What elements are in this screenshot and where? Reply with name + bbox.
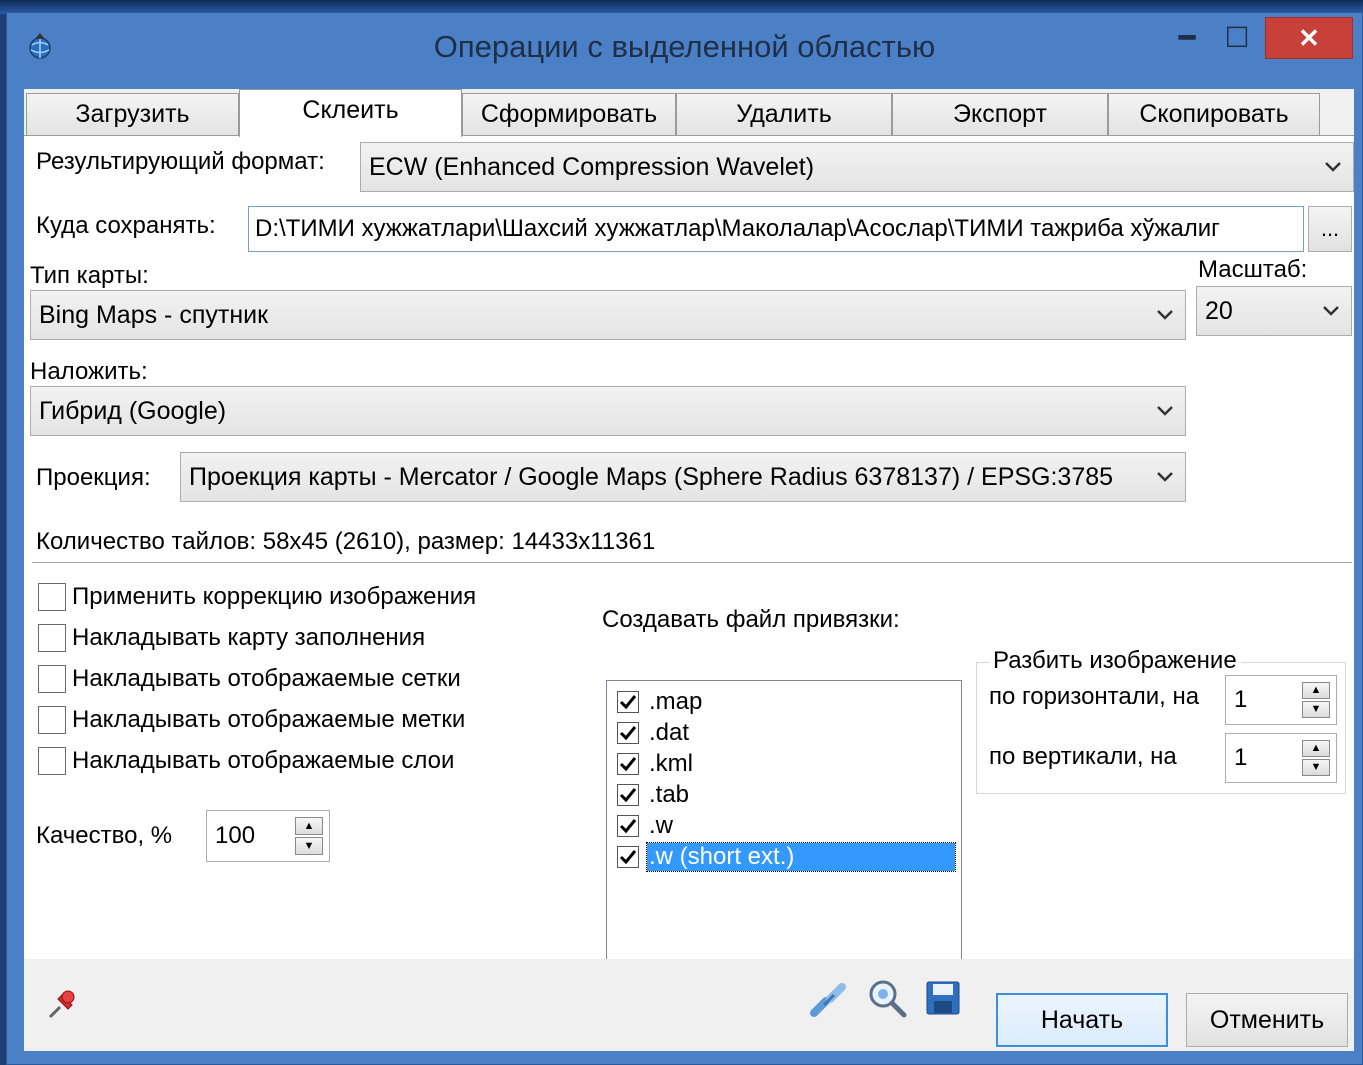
list-item-label: .dat [649, 719, 690, 746]
map-type-label: Тип карты: [30, 262, 149, 289]
save-path-label: Куда сохранять: [36, 212, 216, 239]
list-item[interactable]: .dat [615, 718, 691, 748]
close-button[interactable]: ✕ [1265, 17, 1353, 59]
option-fill-map[interactable]: Накладывать карту заполнения [38, 621, 425, 655]
maximize-button[interactable]: ☐ [1215, 17, 1259, 57]
spin-down-icon[interactable]: ▼ [1302, 701, 1330, 718]
minimize-button[interactable]: ━ [1167, 17, 1207, 57]
spin-up-icon[interactable]: ▲ [1302, 740, 1330, 757]
projection-value: Проекция карты - Mercator / Google Maps … [189, 462, 1114, 491]
overlay-value: Гибрид (Google) [39, 396, 227, 425]
cancel-button[interactable]: Отменить [1186, 993, 1348, 1047]
list-item-label: .w (short ext.) [646, 842, 956, 872]
start-button[interactable]: Начать [996, 993, 1168, 1047]
split-horizontal-spinner[interactable]: 1 ▲ ▼ [1225, 675, 1337, 725]
list-item[interactable]: .w [615, 811, 675, 841]
tab-export[interactable]: Экспорт [892, 93, 1108, 135]
split-vertical-spinner[interactable]: 1 ▲ ▼ [1225, 733, 1337, 783]
scale-select[interactable]: 20 [1196, 286, 1352, 336]
option-correction[interactable]: Применить коррекцию изображения [38, 580, 476, 614]
quality-label: Качество, % [36, 822, 173, 849]
spin-down-icon[interactable]: ▼ [1302, 759, 1330, 776]
pin-icon[interactable] [44, 987, 80, 1023]
split-vertical-value: 1 [1234, 744, 1248, 771]
overlay-label: Наложить: [30, 358, 148, 385]
window-title: Операции с выделенной областью [433, 29, 936, 64]
tab-copy[interactable]: Скопировать [1108, 93, 1320, 135]
chevron-down-icon [1145, 291, 1185, 339]
split-horizontal-label: по горизонтали, на [989, 683, 1200, 710]
list-item-selected[interactable]: .w (short ext.) [615, 842, 956, 872]
chevron-down-icon [1145, 453, 1185, 501]
option-grids[interactable]: Накладывать отображаемые сетки [38, 662, 461, 696]
list-item-label: .kml [649, 750, 693, 777]
option-marks[interactable]: Накладывать отображаемые метки [38, 703, 465, 737]
spin-up-icon[interactable]: ▲ [295, 817, 323, 835]
split-vertical-label: по вертикали, на [989, 743, 1177, 770]
format-label: Результирующий формат: [36, 148, 325, 175]
quality-value: 100 [215, 822, 256, 849]
check-icon[interactable] [615, 720, 641, 746]
map-type-value: Bing Maps - спутник [39, 300, 269, 329]
list-item-label: .w [649, 812, 673, 839]
list-item[interactable]: .tab [615, 780, 691, 810]
format-select[interactable]: ECW (Enhanced Compression Wavelet) [360, 142, 1354, 192]
tab-load[interactable]: Загрузить [26, 93, 239, 135]
tab-strip: Загрузить Склеить Сформировать Удалить Э… [24, 89, 1354, 137]
checkbox[interactable] [38, 747, 66, 775]
check-icon[interactable] [615, 751, 641, 777]
check-icon[interactable] [615, 689, 641, 715]
option-label: Накладывать карту заполнения [72, 624, 426, 651]
scale-value: 20 [1205, 296, 1233, 325]
projection-label: Проекция: [36, 464, 151, 491]
list-item[interactable]: .map [615, 687, 704, 717]
split-image-group: Разбить изображение по горизонтали, на 1… [976, 647, 1346, 794]
save-icon[interactable] [924, 979, 962, 1017]
save-path-input[interactable] [248, 206, 1304, 252]
chevron-down-icon [1313, 143, 1353, 191]
title-bar[interactable]: Операции с выделенной областью ━ ☐ ✕ [7, 13, 1362, 89]
tiles-info: Количество тайлов: 58x45 (2610), размер:… [36, 528, 656, 555]
checkbox[interactable] [38, 706, 66, 734]
overlay-select[interactable]: Гибрид (Google) [30, 386, 1186, 436]
chevron-down-icon [1311, 287, 1351, 335]
option-label: Накладывать отображаемые сетки [72, 665, 461, 692]
option-label: Применить коррекцию изображения [72, 583, 477, 610]
spin-down-icon[interactable]: ▼ [295, 837, 323, 855]
check-icon[interactable] [615, 844, 641, 870]
option-label: Накладывать отображаемые метки [72, 706, 466, 733]
browse-button[interactable]: ... [1308, 206, 1352, 252]
spin-up-icon[interactable]: ▲ [1302, 682, 1330, 699]
checkbox[interactable] [38, 583, 66, 611]
check-icon[interactable] [615, 782, 641, 808]
zoom-icon[interactable] [866, 977, 908, 1019]
tab-delete[interactable]: Удалить [676, 93, 892, 135]
georef-label: Создавать файл привязки: [602, 606, 900, 633]
dialog-client-area: Загрузить Склеить Сформировать Удалить Э… [24, 89, 1354, 1051]
dialog-window: Операции с выделенной областью ━ ☐ ✕ Заг… [6, 12, 1363, 1065]
list-item[interactable]: .kml [615, 749, 695, 779]
tab-generate[interactable]: Сформировать [462, 93, 676, 135]
chevron-down-icon [1145, 387, 1185, 435]
divider [32, 562, 1352, 563]
dialog-footer: Начать Отменить [24, 959, 1354, 1051]
projection-select[interactable]: Проекция карты - Mercator / Google Maps … [180, 452, 1186, 502]
split-horizontal-value: 1 [1234, 686, 1248, 713]
georef-list[interactable]: .map .dat .kml .tab .w .w (short ext.) [606, 680, 962, 1004]
split-title: Разбить изображение [989, 647, 1241, 675]
option-label: Накладывать отображаемые слои [72, 747, 455, 774]
checkbox[interactable] [38, 624, 66, 652]
format-value: ECW (Enhanced Compression Wavelet) [369, 152, 815, 181]
tab-stitch[interactable]: Склеить [239, 89, 462, 137]
option-layers[interactable]: Накладывать отображаемые слои [38, 744, 454, 778]
list-item-label: .tab [649, 781, 690, 808]
list-item-label: .map [649, 688, 703, 715]
link-chain-icon[interactable] [806, 977, 852, 1023]
checkbox[interactable] [38, 665, 66, 693]
stitch-panel: Результирующий формат: ECW (Enhanced Com… [24, 135, 1354, 1004]
quality-spinner[interactable]: 100 ▲ ▼ [206, 810, 330, 862]
scale-label: Масштаб: [1198, 256, 1308, 283]
map-type-select[interactable]: Bing Maps - спутник [30, 290, 1186, 340]
check-icon[interactable] [615, 813, 641, 839]
